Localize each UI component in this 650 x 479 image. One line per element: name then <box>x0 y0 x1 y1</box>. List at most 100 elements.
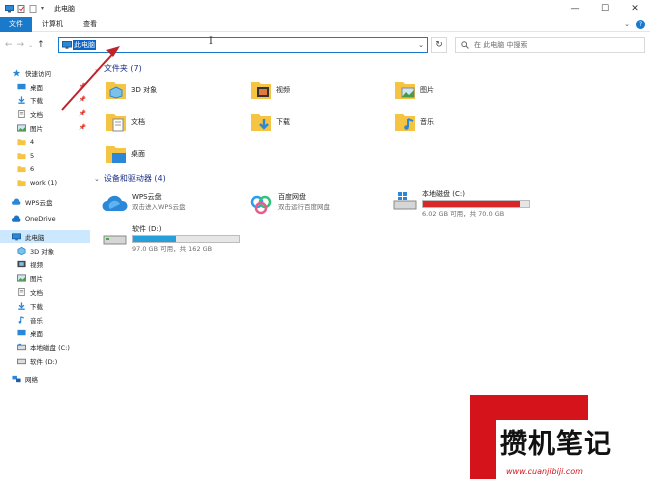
sidebar-item-label: 4 <box>30 137 35 146</box>
chevron-down-icon[interactable]: ⌄ <box>94 175 100 183</box>
address-text[interactable]: 此电脑 <box>73 40 96 50</box>
folder-label: 视频 <box>276 86 290 94</box>
sidebar-item-downloads[interactable]: 下载 📌 <box>0 93 90 106</box>
sidebar-item-this-pc[interactable]: 此电脑 <box>0 230 90 243</box>
minimize-button[interactable]: — <box>560 0 590 17</box>
back-arrow-icon[interactable]: ← <box>5 40 13 50</box>
picture-icon <box>17 123 26 132</box>
device-drive-c[interactable]: 本地磁盘 (C:) 6.02 GB 可用，共 70.0 GB <box>392 189 530 219</box>
sidebar-item-label: 文档 <box>30 288 43 297</box>
sidebar-item-drive-c[interactable]: 本地磁盘 (C:) <box>0 340 90 353</box>
new-folder-icon[interactable] <box>29 4 38 13</box>
storage-bar <box>422 200 530 208</box>
wps-cloud-icon <box>102 195 128 212</box>
devices-group-header[interactable]: ⌄ 设备和驱动器 (4) <box>94 173 166 184</box>
sidebar-item-3d-objects[interactable]: 3D 对象 <box>0 244 90 257</box>
computer-icon <box>5 4 14 12</box>
close-button[interactable]: ✕ <box>620 0 650 17</box>
sidebar-item-label: WPS云盘 <box>25 198 53 207</box>
sidebar-item-onedrive[interactable]: OneDrive <box>0 212 90 225</box>
sidebar-item-label: 6 <box>30 164 35 173</box>
ribbon-tabs: 文件 计算机 查看 ⌄ ? <box>0 16 650 32</box>
help-icon[interactable]: ? <box>636 19 645 29</box>
device-drive-d[interactable]: 软件 (D:) 97.0 GB 可用，共 162 GB <box>102 224 240 254</box>
document-icon <box>18 287 25 296</box>
device-baidu-netdisk[interactable]: 百度网盘 双击运行百度网盘 <box>248 192 330 216</box>
star-icon <box>12 68 21 76</box>
folder-documents[interactable]: 文档 <box>104 110 145 134</box>
sidebar-item-pc-documents[interactable]: 文档 <box>0 285 90 298</box>
folder-music[interactable]: 音乐 <box>393 110 434 134</box>
drive-icon <box>17 358 26 364</box>
folder-icon <box>17 165 26 172</box>
group-title: 设备和驱动器 (4) <box>103 174 166 183</box>
sidebar-item-drive-d[interactable]: 软件 (D:) <box>0 354 90 367</box>
sidebar-item-work[interactable]: work (1) <box>0 176 90 189</box>
drive-icon <box>103 235 127 245</box>
sidebar-item-folder-4[interactable]: 4 <box>0 135 90 148</box>
search-input[interactable]: 在 此电脑 中搜索 <box>455 37 645 53</box>
sidebar-item-quick-access[interactable]: 快速访问 <box>0 66 90 79</box>
sidebar-item-documents[interactable]: 文档 📌 <box>0 107 90 120</box>
window-title: 此电脑 <box>54 4 76 13</box>
pin-icon: 📌 <box>78 83 86 90</box>
sidebar-item-label: 图片 <box>30 124 43 133</box>
folder-video-icon <box>251 82 271 99</box>
sidebar-item-folder-5[interactable]: 5 <box>0 149 90 162</box>
video-icon <box>17 260 26 267</box>
chevron-down-icon[interactable]: ⌄ <box>418 41 424 49</box>
sidebar-item-pictures[interactable]: 图片 📌 <box>0 121 90 134</box>
sidebar-item-pc-downloads[interactable]: 下载 <box>0 299 90 312</box>
sidebar-item-label: 图片 <box>30 274 43 283</box>
sidebar-item-label: 桌面 <box>30 83 43 92</box>
sidebar-item-wps-cloud[interactable]: WPS云盘 <box>0 195 90 208</box>
address-bar[interactable]: 此电脑 ⌄ <box>58 37 428 53</box>
up-arrow-icon[interactable]: ↑ <box>37 40 45 50</box>
sidebar-item-desktop[interactable]: 桌面 📌 <box>0 80 90 93</box>
sidebar-item-label: 桌面 <box>30 329 43 338</box>
sidebar-item-pc-pictures[interactable]: 图片 <box>0 271 90 284</box>
tab-file[interactable]: 文件 <box>0 16 32 32</box>
storage-bar-fill <box>133 236 176 242</box>
dropdown-icon[interactable]: ▾ <box>41 5 44 12</box>
refresh-button[interactable]: ↻ <box>431 37 447 53</box>
sidebar-item-label: 本地磁盘 (C:) <box>30 343 70 352</box>
storage-bar <box>132 235 240 243</box>
sidebar-item-network[interactable]: 网络 <box>0 372 90 385</box>
document-icon <box>18 109 25 118</box>
properties-icon[interactable] <box>17 4 26 13</box>
sidebar-item-label: 下载 <box>30 302 43 311</box>
device-name: 百度网盘 <box>278 193 306 201</box>
maximize-button[interactable]: ☐ <box>590 0 620 17</box>
folder-desktop[interactable]: 桌面 <box>104 142 145 166</box>
device-subtitle: 双击进入WPS云盘 <box>132 203 186 211</box>
folders-group-header[interactable]: ⌄ 文件夹 (7) <box>94 63 142 74</box>
recent-locations-icon[interactable]: ⌄ <box>28 42 33 49</box>
sidebar-item-music[interactable]: 音乐 <box>0 313 90 326</box>
expand-ribbon-icon[interactable]: ⌄ <box>624 20 630 28</box>
text-cursor-icon: I <box>209 36 213 47</box>
sidebar-item-label: 快速访问 <box>25 69 51 78</box>
sidebar-item-pc-desktop[interactable]: 桌面 <box>0 326 90 339</box>
folder-downloads[interactable]: 下载 <box>249 110 290 134</box>
sidebar-item-videos[interactable]: 视频 <box>0 257 90 270</box>
sidebar-item-folder-6[interactable]: 6 <box>0 162 90 175</box>
folder-pictures[interactable]: 图片 <box>393 78 434 102</box>
tab-view[interactable]: 查看 <box>73 17 107 32</box>
folder-3d-objects[interactable]: 3D 对象 <box>104 78 157 102</box>
cloud-icon <box>12 214 21 222</box>
folder-label: 桌面 <box>131 150 145 158</box>
watermark: 攒机笔记 www.cuanjibiji.com <box>470 395 650 479</box>
chevron-down-icon[interactable]: ⌄ <box>94 65 100 73</box>
storage-bar-fill <box>423 201 520 207</box>
folder-3d-icon <box>106 82 126 99</box>
computer-icon <box>62 41 72 49</box>
device-wps-cloud[interactable]: WPS云盘 双击进入WPS云盘 <box>102 192 185 216</box>
quick-access-toolbar: ▾ <box>0 4 44 13</box>
pin-icon: 📌 <box>78 124 86 131</box>
forward-arrow-icon[interactable]: → <box>17 40 25 50</box>
tab-computer[interactable]: 计算机 <box>32 17 73 32</box>
watermark-text: 攒机笔记 <box>500 429 612 460</box>
folder-videos[interactable]: 视频 <box>249 78 290 102</box>
sidebar-item-label: 此电脑 <box>25 233 45 242</box>
